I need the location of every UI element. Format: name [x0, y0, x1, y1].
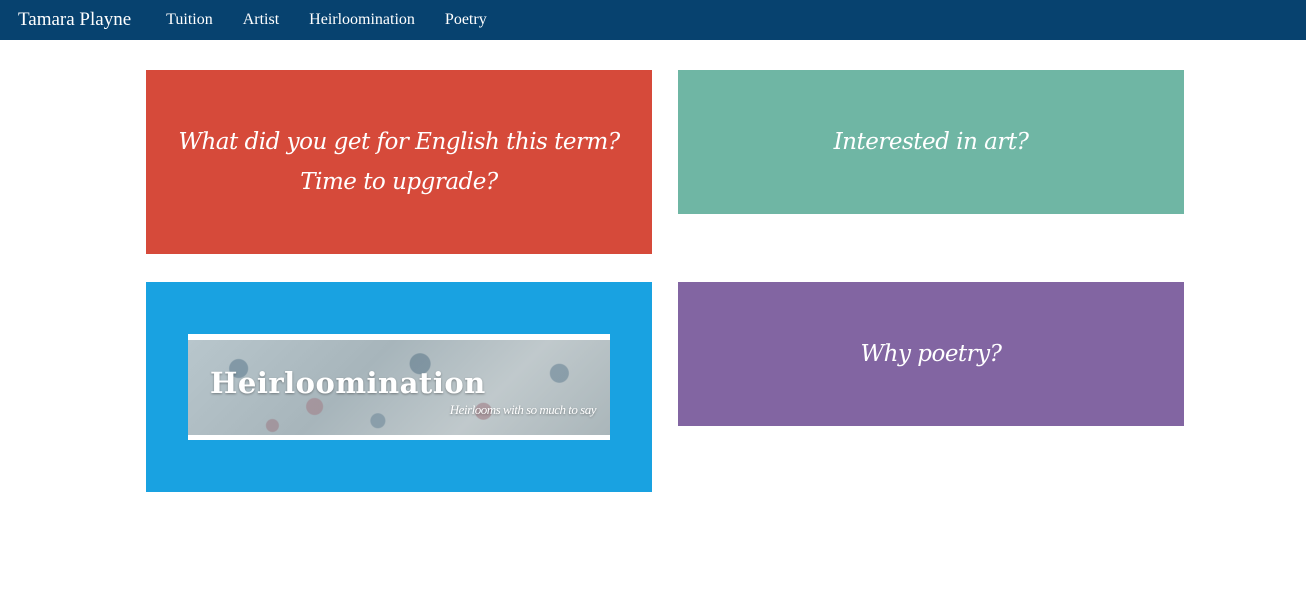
tile-english-line1: What did you get for English this term?	[178, 129, 620, 155]
tile-art[interactable]: Interested in art?	[678, 70, 1184, 214]
banner-title: Heirloomination	[210, 366, 486, 400]
tile-english-line2: Time to upgrade?	[300, 169, 498, 195]
nav-link-tuition[interactable]: Tuition	[151, 11, 228, 29]
lace-pattern-background: Heirloomination Heirlooms with so much t…	[188, 340, 610, 435]
tile-poetry[interactable]: Why poetry?	[678, 282, 1184, 426]
tile-art-text: Interested in art?	[833, 129, 1029, 155]
heirloomination-banner-image: Heirloomination Heirlooms with so much t…	[188, 334, 610, 440]
nav-link-poetry[interactable]: Poetry	[430, 11, 502, 29]
nav-link-heirloomination[interactable]: Heirloomination	[294, 11, 430, 29]
tile-poetry-text: Why poetry?	[860, 341, 1002, 367]
nav-link-artist[interactable]: Artist	[228, 11, 294, 29]
banner-tagline: Heirlooms with so much to say	[449, 402, 597, 417]
brand-link[interactable]: Tamara Playne	[18, 9, 131, 31]
top-navbar: Tamara Playne Tuition Artist Heirloomina…	[0, 0, 1306, 40]
tile-english-tuition[interactable]: What did you get for English this term? …	[146, 70, 652, 254]
tile-heirloomination[interactable]: Heirloomination Heirlooms with so much t…	[146, 282, 652, 492]
